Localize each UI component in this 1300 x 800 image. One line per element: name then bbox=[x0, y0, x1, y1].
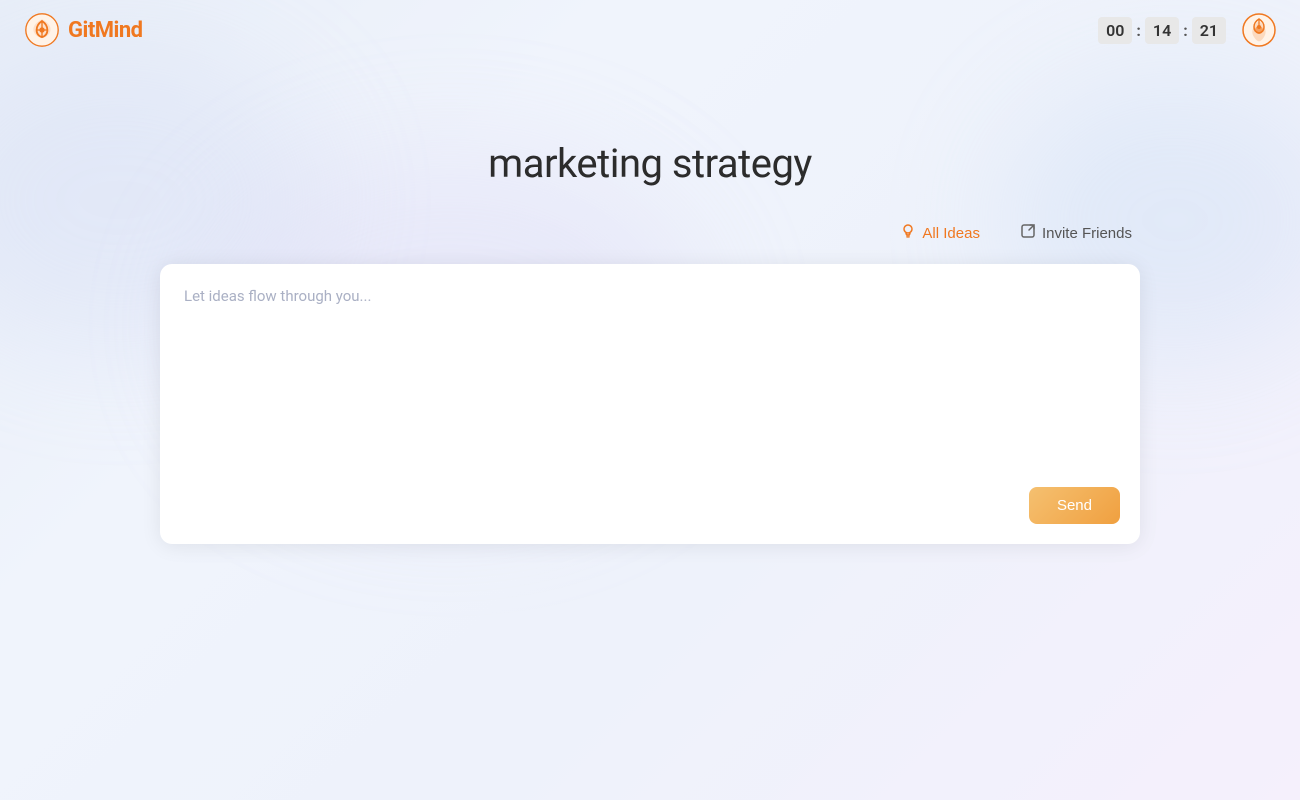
share-icon bbox=[1020, 223, 1036, 244]
timer: 00 : 14 : 21 bbox=[1098, 17, 1226, 44]
lightbulb-icon bbox=[900, 223, 916, 244]
logo-area: GitMind bbox=[24, 12, 143, 48]
all-ideas-button[interactable]: All Ideas bbox=[892, 219, 988, 248]
header: GitMind 00 : 14 : 21 bbox=[0, 0, 1300, 60]
invite-friends-label: Invite Friends bbox=[1042, 225, 1132, 242]
invite-friends-button[interactable]: Invite Friends bbox=[1012, 219, 1140, 248]
gitmind-logo-icon bbox=[24, 12, 60, 48]
timer-seconds: 21 bbox=[1192, 17, 1226, 44]
idea-textarea[interactable] bbox=[184, 284, 1116, 524]
logo-text: GitMind bbox=[68, 18, 143, 43]
main-content: marketing strategy All Ideas bbox=[0, 60, 1300, 544]
timer-hours: 00 bbox=[1098, 17, 1132, 44]
timer-colon-1: : bbox=[1136, 21, 1141, 40]
page-title: marketing strategy bbox=[488, 140, 812, 187]
timer-minutes: 14 bbox=[1145, 17, 1179, 44]
header-right: 00 : 14 : 21 bbox=[1098, 13, 1276, 47]
all-ideas-label: All Ideas bbox=[922, 225, 980, 242]
user-avatar-icon[interactable] bbox=[1242, 13, 1276, 47]
idea-input-container: Send bbox=[160, 264, 1140, 544]
timer-colon-2: : bbox=[1183, 21, 1188, 40]
action-bar: All Ideas Invite Friends bbox=[160, 219, 1140, 248]
send-button[interactable]: Send bbox=[1029, 487, 1120, 524]
